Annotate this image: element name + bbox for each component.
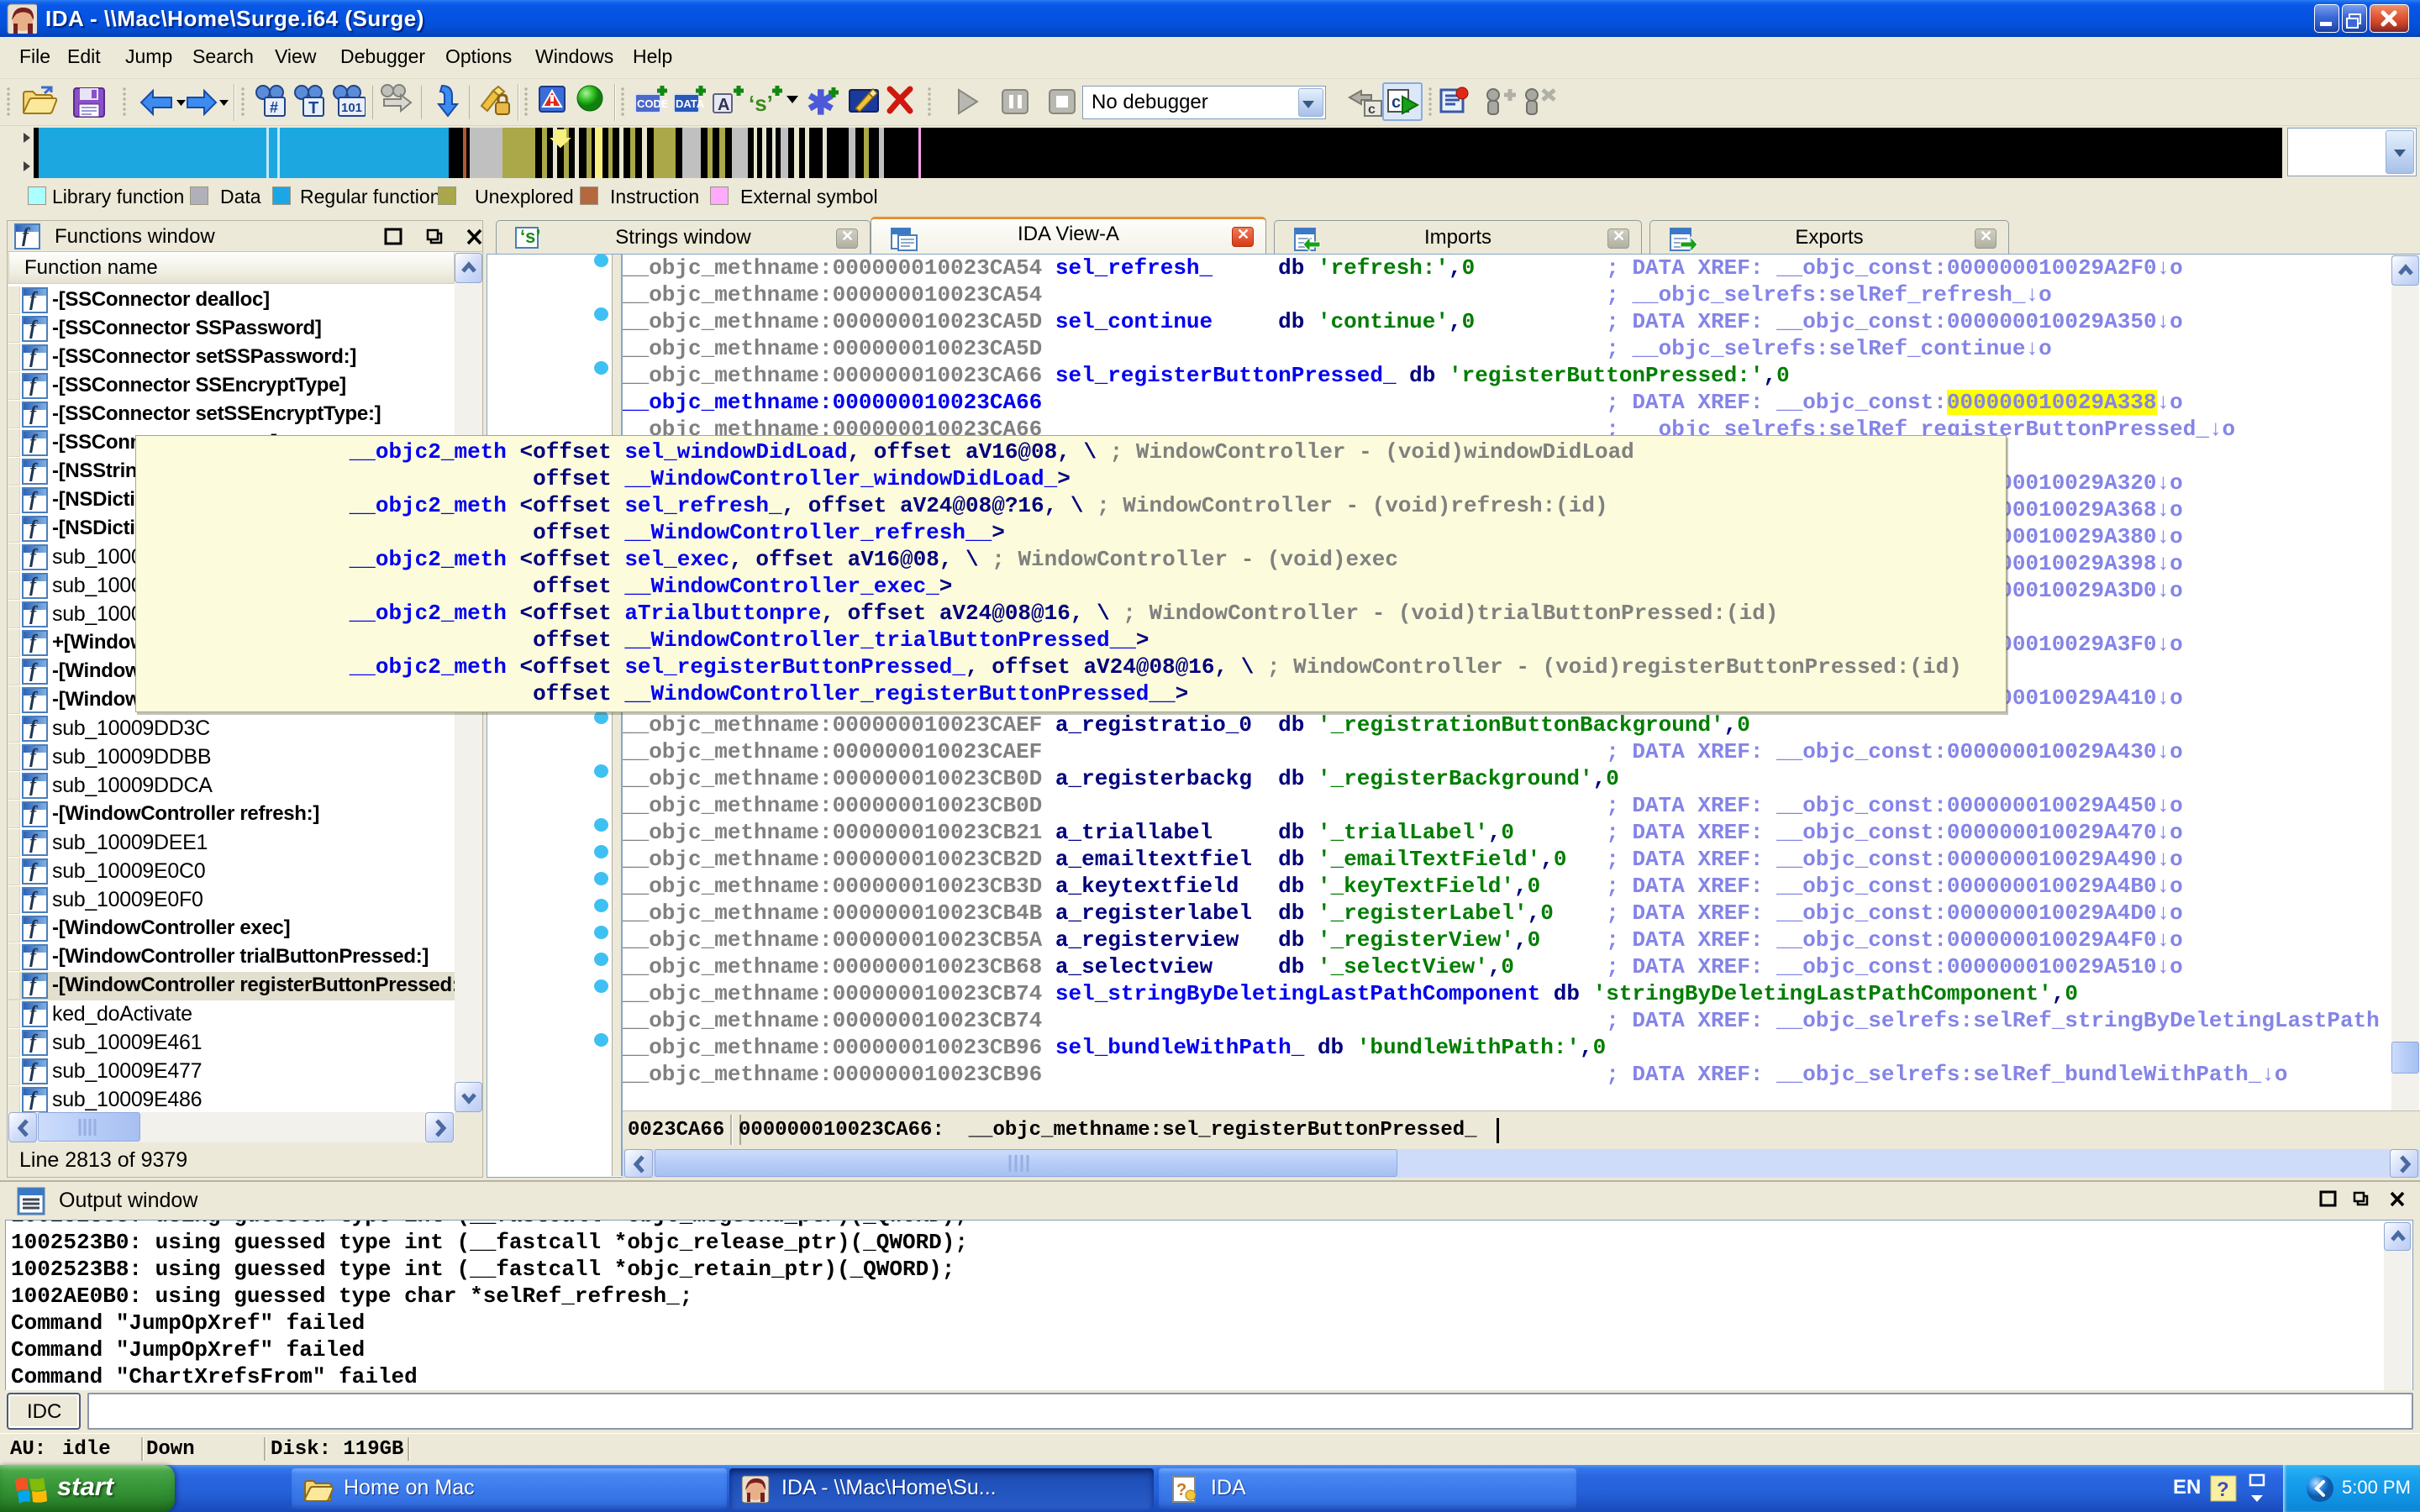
svg-text:?: ? (2217, 1478, 2229, 1501)
svg-text:c: c (1392, 93, 1401, 112)
svg-text:#: # (270, 99, 278, 116)
svg-text:CODE: CODE (637, 97, 667, 110)
svg-text:DATA: DATA (676, 97, 705, 110)
svg-text:?: ? (1176, 1481, 1186, 1499)
svg-text:c: c (1368, 102, 1376, 117)
svg-text:T: T (308, 99, 318, 118)
svg-text:‘s’: ‘s’ (749, 91, 773, 116)
svg-text:A: A (718, 96, 729, 114)
svg-text:101: 101 (341, 101, 362, 115)
svg-text:✱: ✱ (807, 85, 835, 121)
